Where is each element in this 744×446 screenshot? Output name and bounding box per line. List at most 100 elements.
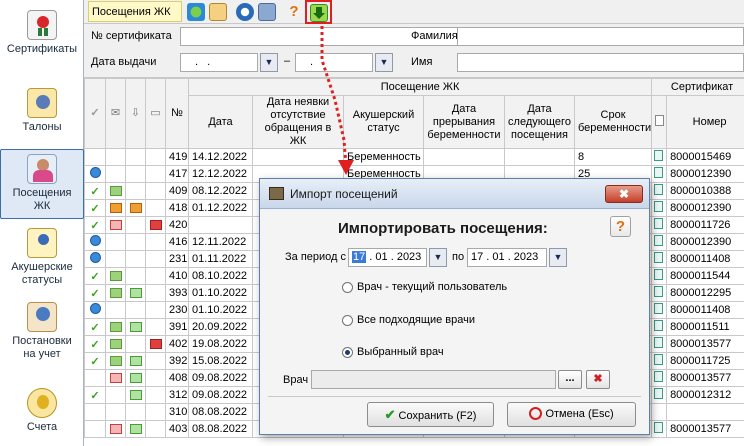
check-icon: ✓ bbox=[90, 321, 100, 334]
help-button[interactable]: ? bbox=[610, 216, 631, 237]
help-icon[interactable]: ? bbox=[285, 3, 303, 21]
col-next-visit-header[interactable]: Дата следующего посещения bbox=[504, 95, 575, 149]
cancel-button-label: Отмена (Esc) bbox=[545, 408, 614, 420]
col-num-header[interactable]: № bbox=[165, 78, 189, 149]
sidebar-item-obstetric-statuses[interactable]: Акушерские статусы bbox=[0, 228, 84, 287]
chevron-down-icon[interactable]: ▼ bbox=[260, 53, 278, 72]
cell-cert-number bbox=[666, 403, 744, 421]
cell-num: 391 bbox=[165, 318, 189, 336]
name-input[interactable] bbox=[457, 53, 744, 72]
cell-term: 8 bbox=[573, 148, 653, 166]
cert-number-label: № сертификата bbox=[91, 30, 172, 42]
col-termination-header[interactable]: Дата прерывания беременности bbox=[423, 95, 505, 149]
cell-num: 408 bbox=[165, 369, 189, 387]
radio-selected-doctor-label[interactable]: Выбранный врач bbox=[357, 346, 444, 358]
cell-cert-number: 8000011408 bbox=[666, 250, 744, 268]
cell-mail bbox=[105, 182, 126, 200]
edit-icon[interactable] bbox=[209, 3, 227, 21]
cell-mail bbox=[105, 301, 126, 319]
sidebar-item-registration[interactable]: Постановки на учет bbox=[0, 302, 84, 361]
issue-date-from-input[interactable]: . . bbox=[180, 53, 258, 72]
doctor-input[interactable] bbox=[311, 370, 556, 389]
col-status-header[interactable]: ▭ bbox=[145, 78, 166, 149]
cell-import bbox=[125, 403, 146, 421]
surname-input[interactable] bbox=[457, 27, 744, 46]
issue-date-to-input[interactable]: . . bbox=[295, 53, 373, 72]
col-cert-doc-header[interactable] bbox=[651, 95, 668, 149]
cancel-button[interactable]: Отмена (Esc) bbox=[507, 402, 636, 427]
radio-all-doctors[interactable] bbox=[342, 315, 353, 326]
col-term-header[interactable]: Срок беременности bbox=[573, 95, 653, 149]
cell-num: 419 bbox=[165, 148, 189, 166]
save-button[interactable]: ✔ Сохранить (F2) bbox=[367, 402, 494, 427]
chevron-down-icon[interactable]: ▼ bbox=[429, 248, 447, 267]
col-obstetric-status-header[interactable]: Акушерский статус bbox=[343, 95, 424, 149]
globe-icon bbox=[89, 303, 101, 314]
cell-cert-doc bbox=[651, 301, 668, 319]
cell-mail bbox=[105, 250, 126, 268]
period-from-rest: . 01 . 2023 bbox=[366, 251, 422, 263]
col-cert-number-header[interactable]: Номер bbox=[666, 95, 744, 149]
cell-cert-doc bbox=[651, 199, 668, 217]
sidebar-item-certificates[interactable]: Сертификаты bbox=[0, 10, 84, 55]
sidebar-item-coupons[interactable]: Талоны bbox=[0, 88, 84, 133]
radio-current-user[interactable] bbox=[342, 282, 353, 293]
col-date-header[interactable]: Дата bbox=[188, 95, 253, 149]
cell-import bbox=[125, 250, 146, 268]
cell-status bbox=[145, 420, 166, 438]
cell-num: 410 bbox=[165, 267, 189, 285]
visits-group-header: Посещение ЖК bbox=[187, 78, 653, 96]
cell-status bbox=[145, 318, 166, 336]
sidebar-item-invoices[interactable]: Счета bbox=[0, 388, 84, 433]
cell-status bbox=[145, 403, 166, 421]
sidebar-item-visits[interactable]: Посещения ЖК bbox=[0, 149, 84, 219]
dialog-title: Импорт посещений bbox=[290, 187, 398, 201]
cell-status bbox=[145, 250, 166, 268]
cell-date: 20.09.2022 bbox=[188, 318, 253, 336]
cell-date bbox=[188, 216, 253, 234]
cell-cert-number: 8000012312 bbox=[666, 386, 744, 404]
cell-checked: ✓ bbox=[84, 284, 106, 302]
cell-status bbox=[145, 284, 166, 302]
dialog-titlebar: Импорт посещений ✖ bbox=[260, 179, 649, 209]
table-row[interactable]: 419 14.12.2022 Беременность 8 8000015469 bbox=[84, 148, 744, 166]
radio-selected-doctor[interactable] bbox=[342, 347, 353, 358]
cell-import bbox=[125, 233, 146, 251]
import-download-icon[interactable] bbox=[310, 4, 328, 22]
period-label: За период с bbox=[285, 251, 347, 263]
info-icon[interactable] bbox=[236, 3, 254, 21]
obstetric-status-icon bbox=[27, 228, 57, 258]
period-from-input[interactable]: 17 . 01 . 2023 bbox=[348, 248, 427, 267]
document-icon bbox=[654, 252, 664, 263]
cell-mail bbox=[105, 148, 126, 166]
document-icon bbox=[654, 286, 664, 297]
refresh-icon[interactable] bbox=[187, 3, 205, 21]
mail-icon bbox=[109, 373, 122, 384]
cell-checked: ✓ bbox=[84, 267, 106, 285]
col-no-show-header[interactable]: Дата неявки отсутствие обращения в ЖК bbox=[252, 95, 344, 149]
cell-cert-doc bbox=[651, 318, 668, 336]
cell-date: 19.08.2022 bbox=[188, 335, 253, 353]
checkbox-icon bbox=[129, 356, 142, 367]
radio-current-user-label[interactable]: Врач - текущий пользователь bbox=[357, 281, 507, 293]
cell-mail bbox=[105, 386, 126, 404]
sidebar-item-label: Сертификаты bbox=[6, 43, 78, 55]
cell-status bbox=[145, 182, 166, 200]
cell-mail bbox=[105, 199, 126, 217]
cell-import bbox=[125, 318, 146, 336]
col-mail-header[interactable]: ✉ bbox=[105, 78, 126, 149]
col-checked-header[interactable]: ✓ bbox=[84, 78, 106, 149]
period-to-input[interactable]: 17 . 01 . 2023 bbox=[467, 248, 547, 267]
chevron-down-icon[interactable]: ▼ bbox=[375, 53, 393, 72]
chevron-down-icon[interactable]: ▼ bbox=[549, 248, 567, 267]
clear-button[interactable]: ✖ bbox=[586, 370, 610, 389]
close-button[interactable]: ✖ bbox=[605, 185, 643, 203]
browse-button[interactable]: ... bbox=[558, 370, 582, 389]
cell-import bbox=[125, 216, 146, 234]
print-icon[interactable] bbox=[258, 3, 276, 21]
cell-import bbox=[125, 386, 146, 404]
radio-all-doctors-label[interactable]: Все подходящие врачи bbox=[357, 314, 475, 326]
dialog-heading: Импортировать посещения: bbox=[338, 220, 548, 237]
cell-checked bbox=[84, 165, 106, 183]
col-import-header[interactable]: ⇩ bbox=[125, 78, 146, 149]
